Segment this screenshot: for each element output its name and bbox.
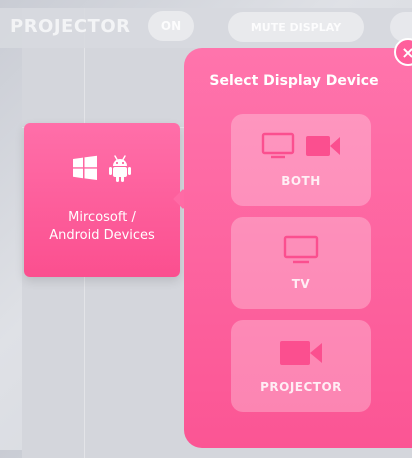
android-icon — [108, 155, 132, 187]
modal-title: Select Display Device — [209, 73, 379, 89]
device-card-microsoft-android[interactable]: Mircosoft / Android Devices — [24, 123, 180, 277]
tv-icon — [283, 235, 319, 269]
option-both-button[interactable]: BOTH — [231, 114, 371, 206]
tv-icon — [261, 132, 295, 164]
option-both-icons — [231, 132, 371, 164]
device-card-label: Mircosoft / Android Devices — [24, 209, 180, 245]
background-projector-label: PROJECTOR — [10, 16, 131, 37]
projector-icon — [279, 338, 323, 372]
option-projector-button[interactable]: PROJECTOR — [231, 320, 371, 412]
device-card-label-line2: Android Devices — [49, 228, 155, 243]
background-power-toggle: ON — [148, 11, 194, 41]
projector-icon — [305, 132, 341, 164]
windows-icon — [72, 155, 98, 187]
option-tv-button[interactable]: TV — [231, 217, 371, 309]
option-projector-label: PROJECTOR — [260, 380, 342, 394]
device-card-icons — [24, 155, 180, 187]
option-projector-icons — [231, 338, 371, 372]
option-both-label: BOTH — [281, 174, 321, 188]
device-card-label-line1: Mircosoft / — [68, 210, 136, 225]
option-tv-icons — [231, 235, 371, 269]
background-mute-display-button: MUTE DISPLAY — [228, 12, 364, 42]
option-tv-label: TV — [291, 277, 311, 291]
